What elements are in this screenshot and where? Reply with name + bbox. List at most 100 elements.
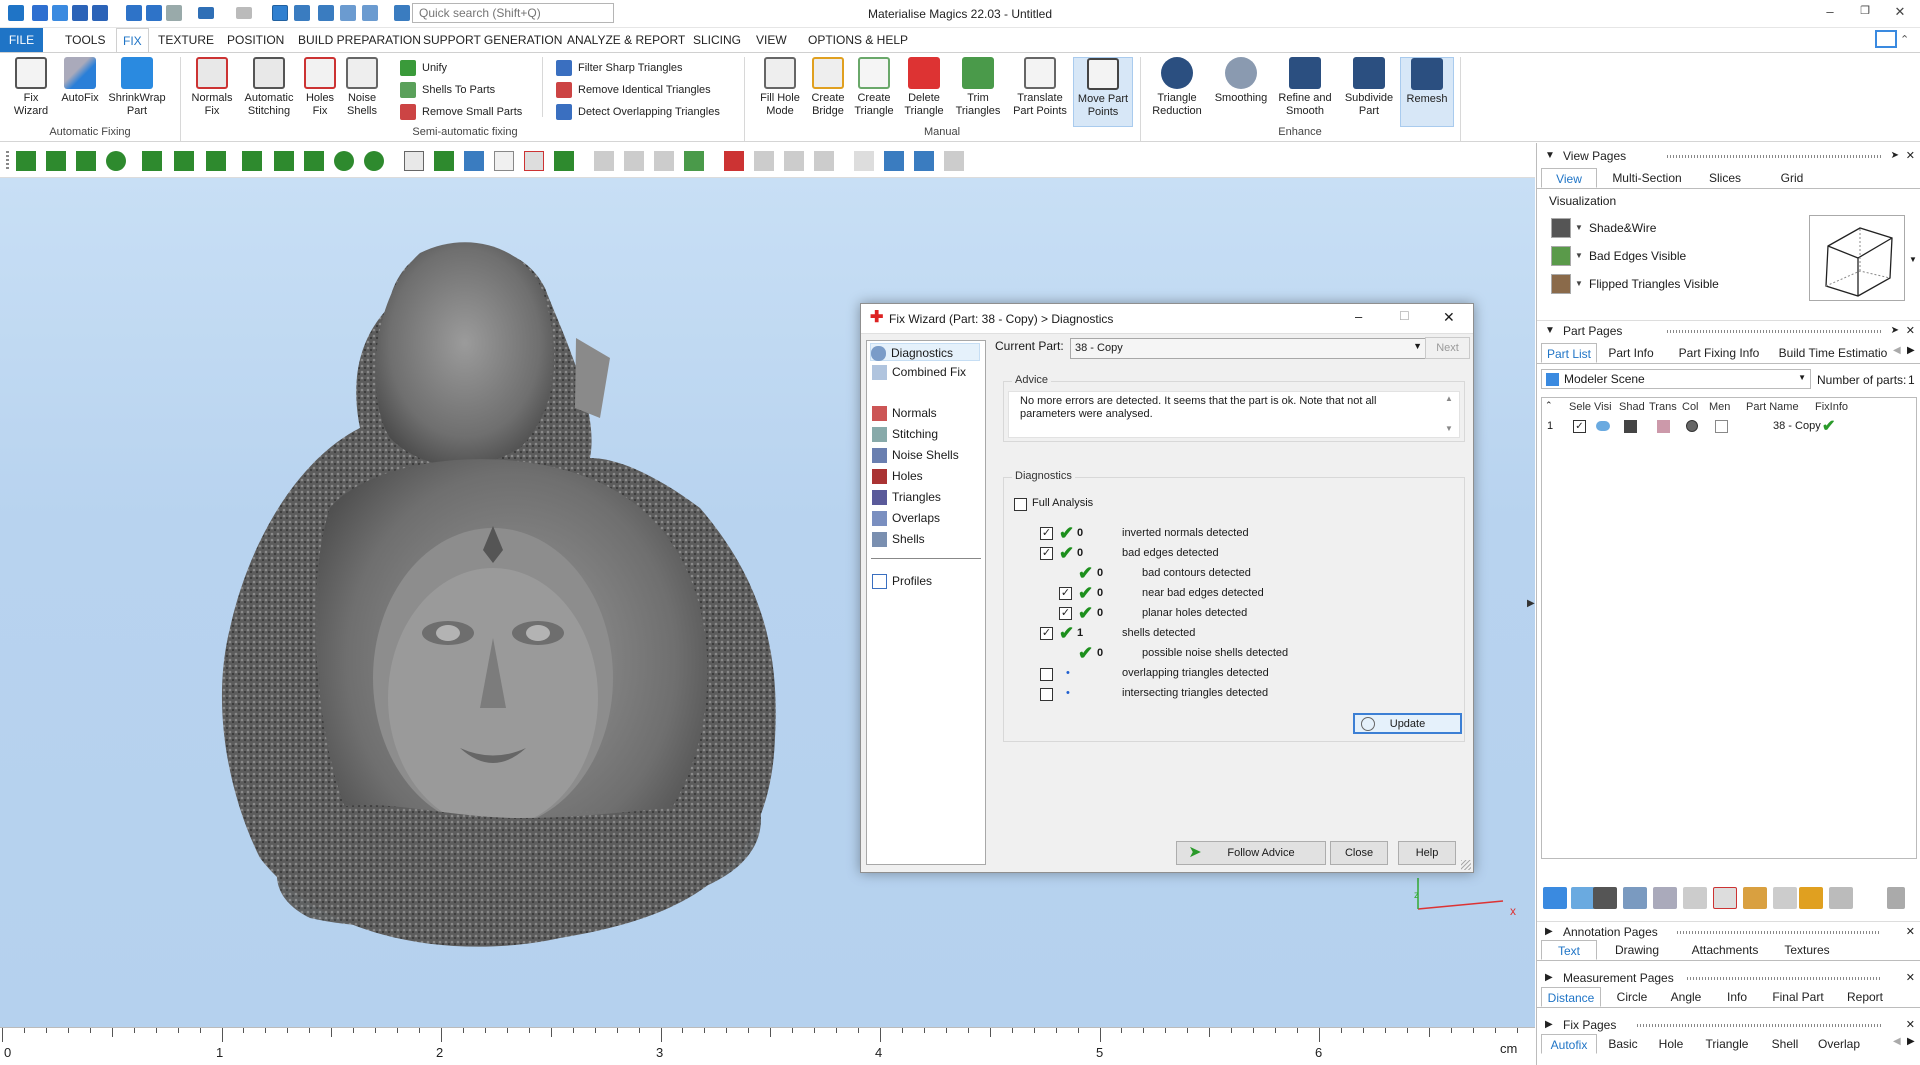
mark-part-icon[interactable] <box>554 151 574 171</box>
color-swatch[interactable] <box>1686 420 1698 432</box>
eraser-tool-icon[interactable] <box>1799 887 1823 909</box>
triangle-tool-4-icon[interactable] <box>684 151 704 171</box>
tab-slices[interactable]: Slices <box>1697 168 1753 188</box>
tab-textures[interactable]: Textures <box>1777 940 1837 960</box>
triangle-reduction-button[interactable]: Triangle Reduction <box>1146 57 1208 118</box>
trim-triangles-button[interactable]: Trim Triangles <box>952 57 1004 118</box>
menu-view[interactable]: VIEW <box>756 33 787 47</box>
menu-file[interactable]: FILE <box>0 28 43 52</box>
nav-combined-fix[interactable]: Combined Fix <box>872 363 966 381</box>
update-button[interactable]: Update <box>1353 713 1462 734</box>
nav-diagnostics[interactable]: Diagnostics <box>870 343 980 361</box>
mark-box-icon[interactable] <box>242 151 262 171</box>
menu-fix[interactable]: FIX <box>116 28 149 52</box>
mark-all-icon[interactable] <box>334 151 354 171</box>
mark-cube-icon[interactable] <box>434 151 454 171</box>
tab-scroll-right-icon[interactable]: ▶ <box>1907 1036 1915 1047</box>
dialog-minimize-button[interactable]: – <box>1355 309 1362 324</box>
mark-plane-icon[interactable] <box>46 151 66 171</box>
menu-options-help[interactable]: OPTIONS & HELP <box>808 33 908 47</box>
view-cube[interactable] <box>1809 215 1905 301</box>
tab-shell[interactable]: Shell <box>1763 1034 1807 1054</box>
tab-drawing[interactable]: Drawing <box>1607 940 1667 960</box>
mark-shell-icon[interactable] <box>106 151 126 171</box>
close-icon[interactable]: ✕ <box>1906 1015 1915 1035</box>
scroll-up-icon[interactable]: ▲ <box>1445 394 1453 403</box>
delete-triangle-button[interactable]: Delete Triangle <box>900 57 948 118</box>
triangle-tool-icon[interactable] <box>594 151 614 171</box>
row-select-checkbox[interactable]: ✓ <box>1573 420 1586 433</box>
menu-analyze-report[interactable]: ANALYZE & REPORT <box>567 33 685 47</box>
delete-marked-icon[interactable] <box>524 151 544 171</box>
cube-tool-icon[interactable] <box>1653 887 1677 909</box>
nav-stitching[interactable]: Stitching <box>872 425 938 443</box>
layer-tool-icon[interactable] <box>1829 887 1853 909</box>
close-window-button[interactable]: ✕ <box>1890 4 1910 20</box>
shells-checkbox[interactable]: ✓ <box>1040 627 1053 640</box>
noise-shells-button[interactable]: Noise Shells <box>342 57 382 118</box>
nav-holes[interactable]: Holes <box>872 467 923 485</box>
part-pages-header[interactable]: ▼ Part Pages ➤ ✕ <box>1537 320 1920 340</box>
triangle-tool-2-icon[interactable] <box>624 151 644 171</box>
tab-part-fixing-info[interactable]: Part Fixing Info <box>1667 343 1771 363</box>
intersecting-checkbox[interactable] <box>1040 688 1053 701</box>
tab-circle[interactable]: Circle <box>1607 987 1657 1007</box>
dialog-maximize-button[interactable]: ☐ <box>1399 309 1410 323</box>
tab-multi-section[interactable]: Multi-Section <box>1607 168 1687 188</box>
scroll-down-icon[interactable]: ▼ <box>1445 424 1453 433</box>
unmark-all-icon[interactable] <box>494 151 514 171</box>
triangle-tool-3-icon[interactable] <box>654 151 674 171</box>
mark-cube-blue-icon[interactable] <box>464 151 484 171</box>
triangle-tool-10-icon[interactable] <box>914 151 934 171</box>
pin-icon[interactable]: ➤ <box>1891 146 1899 166</box>
delete-part-icon[interactable] <box>1713 887 1737 909</box>
create-triangle-button[interactable]: Create Triangle <box>850 57 898 118</box>
shade-icon[interactable] <box>1624 420 1637 433</box>
close-icon[interactable]: ✕ <box>1906 321 1915 341</box>
menu-tools[interactable]: TOOLS <box>65 33 105 47</box>
menu-slicing[interactable]: SLICING <box>693 33 741 47</box>
bad-edges-checkbox[interactable]: ✓ <box>1040 547 1053 560</box>
triangle-tool-8-icon[interactable] <box>854 151 874 171</box>
sort-icon[interactable]: ⌃ <box>1545 400 1553 411</box>
col-select[interactable]: Sele <box>1569 401 1591 413</box>
mark-surface-icon[interactable] <box>76 151 96 171</box>
shrink-marking-icon[interactable] <box>304 151 324 171</box>
close-button[interactable]: Close <box>1330 841 1388 865</box>
mark-window-icon[interactable] <box>142 151 162 171</box>
visibility-tool-icon[interactable] <box>1571 887 1595 909</box>
dialog-close-x-button[interactable]: ✕ <box>1443 309 1455 326</box>
detect-overlapping-triangles-button[interactable]: Detect Overlapping Triangles <box>556 103 720 121</box>
translate-part-points-button[interactable]: Translate Part Points <box>1008 57 1072 118</box>
refine-and-smooth-button[interactable]: Refine and Smooth <box>1274 57 1336 118</box>
tab-info[interactable]: Info <box>1715 987 1759 1007</box>
scene-select[interactable]: Modeler Scene ▼ <box>1541 369 1811 389</box>
close-icon[interactable]: ✕ <box>1906 146 1915 166</box>
full-analysis-checkbox[interactable] <box>1014 498 1027 511</box>
create-bridge-button[interactable]: Create Bridge <box>808 57 848 118</box>
triangle-tool-9-icon[interactable] <box>884 151 904 171</box>
move-part-points-button[interactable]: Move Part Points <box>1073 57 1133 127</box>
subdivide-part-button[interactable]: Subdivide Part <box>1340 57 1398 118</box>
filter-sharp-triangles-button[interactable]: Filter Sharp Triangles <box>556 59 683 77</box>
menu-build-preparation[interactable]: BUILD PREPARATION <box>298 33 421 47</box>
tab-triangle[interactable]: Triangle <box>1697 1034 1757 1054</box>
tab-build-time[interactable]: Build Time Estimatio <box>1777 343 1889 363</box>
remove-identical-triangles-button[interactable]: Remove Identical Triangles <box>556 81 711 99</box>
expand-marking-icon[interactable] <box>274 151 294 171</box>
near-bad-edges-checkbox[interactable]: ✓ <box>1059 587 1072 600</box>
remesh-button[interactable]: Remesh <box>1400 57 1454 127</box>
tab-distance[interactable]: Distance <box>1541 987 1601 1007</box>
mark-curve-icon[interactable] <box>206 151 226 171</box>
close-icon[interactable]: ✕ <box>1906 968 1915 988</box>
tab-view[interactable]: View <box>1541 168 1597 188</box>
nav-noise-shells[interactable]: Noise Shells <box>872 446 959 464</box>
menu-texture[interactable]: TEXTURE <box>158 33 214 47</box>
nav-shells[interactable]: Shells <box>872 530 925 548</box>
triangle-tool-7-icon[interactable] <box>814 151 834 171</box>
select-tool-icon[interactable] <box>1593 887 1617 909</box>
memory-icon[interactable] <box>1715 420 1728 433</box>
table-row[interactable]: 1 ✓ 38 - Copy ✔ <box>1543 418 1915 436</box>
tab-basic[interactable]: Basic <box>1601 1034 1645 1054</box>
restore-button[interactable]: ❐ <box>1855 4 1875 17</box>
